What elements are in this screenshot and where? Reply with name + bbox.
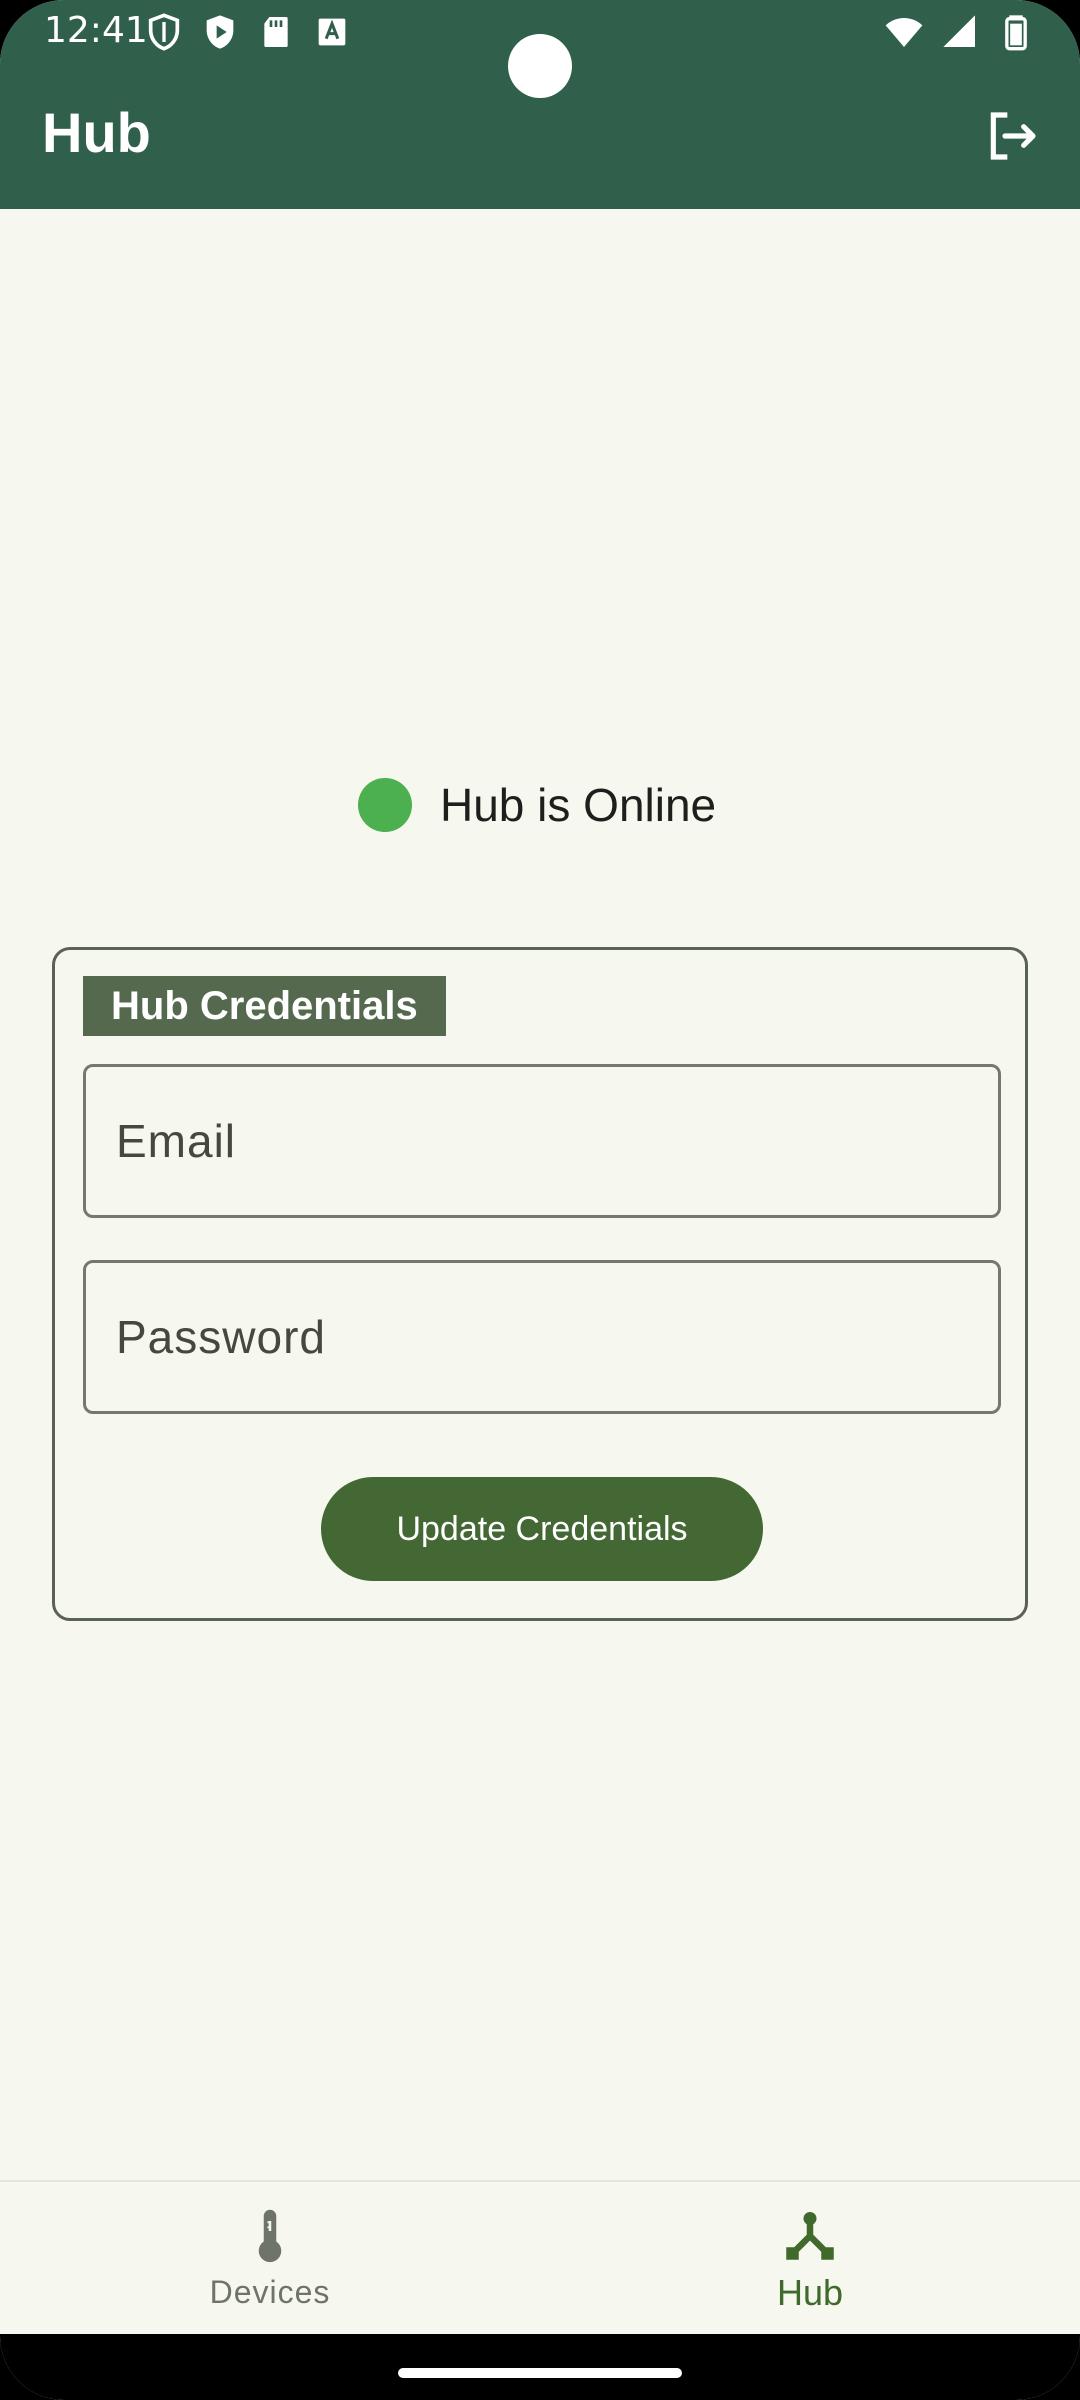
nav-item-devices[interactable]: Devices <box>120 2206 420 2311</box>
status-time: 12:41 <box>44 10 148 51</box>
play-protect-icon <box>206 15 234 49</box>
status-icons-right <box>884 12 1036 52</box>
shield-icon <box>148 13 180 51</box>
keyboard-a-icon <box>318 18 346 46</box>
top-app-bar: 12:41 Hub <box>0 0 1080 209</box>
password-input[interactable] <box>116 1310 998 1364</box>
hub-status: Hub is Online <box>358 778 716 832</box>
cellular-signal-icon <box>943 15 975 48</box>
sd-card-icon <box>264 17 288 47</box>
online-status-dot <box>358 778 412 832</box>
email-field[interactable] <box>83 1064 1001 1218</box>
bottom-navigation: Devices Hub <box>0 2180 1080 2334</box>
nav-label-devices: Devices <box>209 2274 331 2310</box>
logout-icon <box>990 112 1036 160</box>
camera-cutout <box>508 34 572 98</box>
credentials-card: Hub Credentials Update Credentials <box>52 947 1028 1621</box>
home-gesture-handle[interactable] <box>398 2368 682 2378</box>
email-input[interactable] <box>116 1114 998 1168</box>
hub-screen: 12:41 Hub Hub is Online Hub Credentials … <box>0 0 1080 2400</box>
update-credentials-button[interactable]: Update Credentials <box>321 1477 763 1581</box>
hub-status-text: Hub is Online <box>440 779 717 831</box>
system-gesture-area <box>0 2334 1080 2400</box>
page-title: Hub <box>42 101 151 164</box>
nav-label-hub: Hub <box>776 2272 844 2313</box>
status-icons-left <box>144 12 352 52</box>
battery-icon <box>1005 15 1027 51</box>
logout-button[interactable] <box>980 104 1044 168</box>
nav-item-hub[interactable]: Hub <box>660 2206 960 2314</box>
password-field[interactable] <box>83 1260 1001 1414</box>
credentials-header: Hub Credentials <box>83 976 446 1036</box>
wifi-icon <box>885 18 923 47</box>
hub-icon <box>786 2212 834 2260</box>
thermometer-icon <box>258 2209 282 2263</box>
